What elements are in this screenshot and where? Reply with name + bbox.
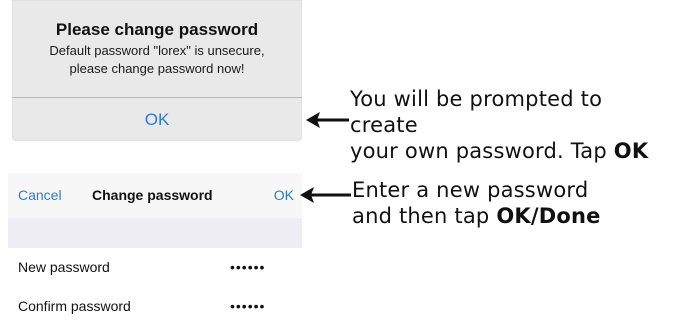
- confirm-password-row[interactable]: Confirm password ••••••: [8, 288, 302, 324]
- callout-enter: Enter a new password and then tap OK/Don…: [352, 177, 601, 229]
- callout-prompt-line2: your own password. Tap OK: [350, 138, 673, 164]
- callout-enter-line2-text: and then tap: [352, 204, 497, 228]
- alert-dialog: Please change password Default password …: [12, 0, 302, 141]
- alert-message-line2: please change password now!: [69, 61, 245, 76]
- callout-prompt-line2-text: your own password. Tap: [350, 139, 614, 163]
- callout-prompt-line1: You will be prompted to create: [350, 87, 603, 137]
- arrow-left-icon: [306, 111, 350, 129]
- alert-message-line1: Default password "lorex" is unsecure,: [49, 43, 265, 58]
- callout-enter-line2: and then tap OK/Done: [352, 203, 601, 229]
- alert-title: Please change password: [55, 20, 259, 39]
- alert-ok-button[interactable]: OK: [12, 98, 302, 141]
- new-password-label: New password: [18, 259, 110, 275]
- callout-prompt-line2-bold: OK: [613, 139, 649, 163]
- confirm-password-field[interactable]: ••••••: [230, 288, 265, 324]
- nav-title: Change password: [92, 187, 213, 203]
- alert-message: Default password "lorex" is unsecure, pl…: [20, 42, 294, 78]
- nav-bar: Cancel Change password OK: [8, 173, 302, 218]
- callout-enter-line2-bold: OK/Done: [496, 204, 601, 228]
- ok-button[interactable]: OK: [274, 173, 294, 218]
- new-password-row[interactable]: New password ••••••: [8, 249, 302, 285]
- callout-enter-line1: Enter a new password: [352, 178, 589, 202]
- arrow-left-icon: [300, 186, 352, 204]
- confirm-password-label: Confirm password: [18, 298, 131, 314]
- section-header: [8, 218, 302, 248]
- change-password-screen: Cancel Change password OK New password •…: [8, 173, 302, 321]
- callout-prompt: You will be prompted to create your own …: [350, 86, 673, 164]
- new-password-field[interactable]: ••••••: [230, 249, 265, 285]
- cancel-button[interactable]: Cancel: [18, 173, 62, 218]
